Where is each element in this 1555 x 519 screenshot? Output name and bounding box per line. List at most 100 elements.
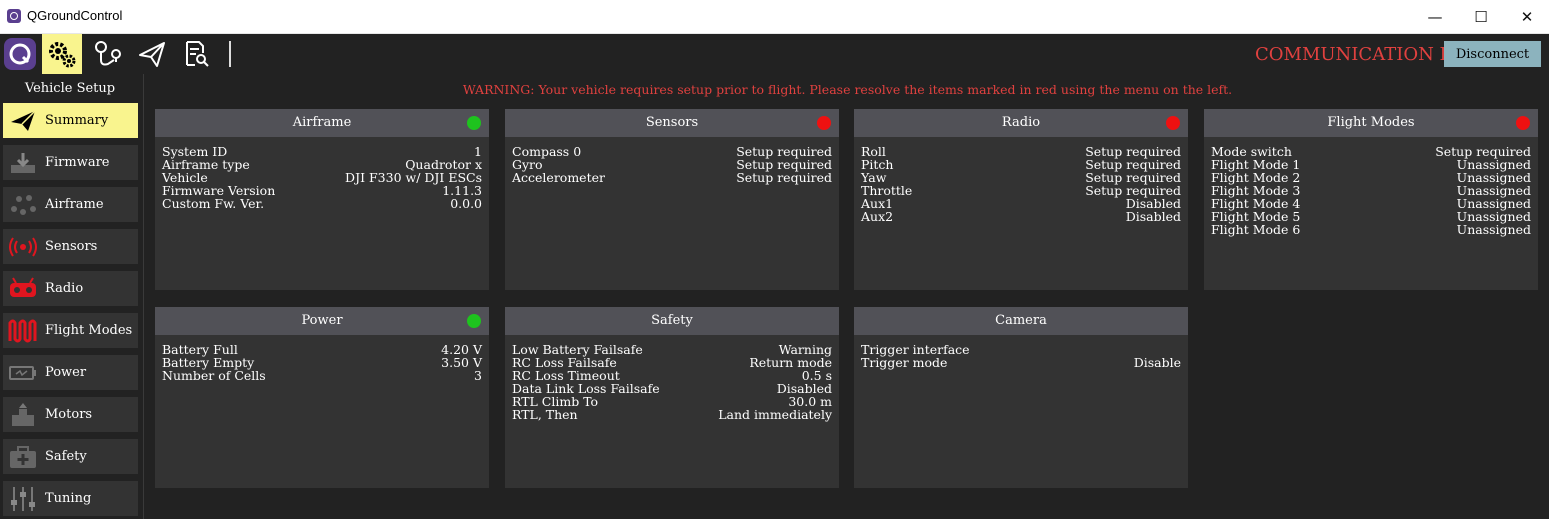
airframe-summary-card: Airframe System ID 1 Airframe type Quadroto…	[155, 109, 489, 290]
summary-row: Custom Fw. Ver. 0.0.0	[162, 197, 482, 210]
row-label: Custom Fw. Ver.	[162, 196, 265, 211]
power-summary-card: Power Battery Full 4.20 V Battery Empty 3.5…	[155, 307, 489, 488]
disconnect-button[interactable]: Disconnect	[1444, 41, 1541, 67]
toolbar-separator	[229, 41, 231, 67]
card-header[interactable]: Airframe	[155, 109, 489, 137]
maximize-button[interactable]: ☐	[1458, 0, 1504, 33]
row-value: Unassigned	[1456, 222, 1531, 237]
sidebar-item-label: Motors	[45, 407, 93, 422]
sidebar-item-label: Safety	[45, 449, 87, 464]
sidebar-item-label: Sensors	[45, 239, 98, 254]
card-rows: Compass 0 Setup required Gyro Setup require…	[505, 137, 839, 184]
card-title: Camera	[995, 313, 1047, 328]
sidebar-item-summary[interactable]: Summary	[3, 103, 138, 138]
card-header[interactable]: Safety	[505, 307, 839, 335]
row-label: RTL, Then	[512, 407, 578, 422]
radio-icon	[8, 275, 38, 302]
sidebar-item-safety[interactable]: Safety	[3, 439, 138, 474]
window-title: QGroundControl	[27, 8, 123, 23]
status-error-indicator	[1166, 116, 1180, 130]
card-header[interactable]: Camera	[854, 307, 1188, 335]
sliders-icon	[8, 485, 38, 512]
download-icon	[8, 149, 38, 176]
card-title: Flight Modes	[1327, 115, 1415, 130]
row-label: Trigger mode	[861, 355, 948, 370]
card-rows: Low Battery Failsafe Warning RC Loss Fails…	[505, 335, 839, 421]
status-error-indicator	[1516, 116, 1530, 130]
sensors-summary-card: Sensors Compass 0 Setup required Gyro Setup…	[505, 109, 839, 290]
sidebar-item-flight-modes[interactable]: Flight Modes	[3, 313, 138, 348]
row-value: Disabled	[1125, 209, 1181, 224]
summary-row: Trigger mode Disable	[861, 356, 1181, 369]
card-title: Power	[301, 313, 343, 328]
close-button[interactable]: ✕	[1504, 0, 1549, 33]
summary-row: RTL, Then Land immediately	[512, 408, 832, 421]
summary-row: Flight Mode 6 Unassigned	[1211, 223, 1531, 236]
app-logo-icon	[4, 38, 36, 70]
safety-icon	[8, 443, 38, 470]
sensors-icon	[8, 233, 38, 260]
card-rows: Trigger interface Trigger mode Disable	[854, 335, 1188, 369]
main-toolbar: COMMUNICATION LOST Disconnect	[0, 34, 1549, 74]
sidebar-item-radio[interactable]: Radio	[3, 271, 138, 306]
card-title: Safety	[651, 313, 693, 328]
paper-plane-icon	[8, 107, 38, 134]
fly-view-button[interactable]	[132, 34, 172, 74]
camera-summary-card: Camera Trigger interface Trigger mode Disa…	[854, 307, 1188, 488]
status-ok-indicator	[467, 314, 481, 328]
qgc-window: QGroundControl — ☐ ✕ COMMUNICATION LOST …	[0, 0, 1549, 519]
qgc-logo-button[interactable]	[0, 34, 40, 74]
radio-summary-card: Radio Roll Setup required Pitch Setup requi…	[854, 109, 1188, 290]
analyze-icon	[186, 41, 209, 67]
sidebar-item-label: Summary	[45, 113, 109, 128]
sidebar-item-label: Tuning	[45, 491, 92, 506]
card-header[interactable]: Flight Modes	[1204, 109, 1538, 137]
card-rows: Roll Setup required Pitch Setup required Yaw…	[854, 137, 1188, 223]
sidebar-item-power[interactable]: Power	[3, 355, 138, 390]
title-bar: QGroundControl — ☐ ✕	[0, 0, 1549, 34]
card-rows: Battery Full 4.20 V Battery Empty 3.50 V Num…	[155, 335, 489, 382]
sidebar-item-label: Firmware	[45, 155, 110, 170]
row-value: Land immediately	[718, 407, 832, 422]
row-value: Disable	[1133, 355, 1181, 370]
status-ok-indicator	[467, 116, 481, 130]
minimize-button[interactable]: —	[1412, 0, 1458, 33]
sidebar-item-sensors[interactable]: Sensors	[3, 229, 138, 264]
motors-icon	[8, 401, 38, 428]
setup-warning-message: WARNING: Your vehicle requires setup pri…	[462, 82, 1233, 97]
row-value: 0.0.0	[450, 196, 482, 211]
sidebar-item-firmware[interactable]: Firmware	[3, 145, 138, 180]
card-title: Radio	[1001, 115, 1041, 130]
vehicle-setup-sidebar: Vehicle Setup Summary Firmware Airframe …	[0, 74, 144, 519]
airframe-icon	[8, 191, 38, 218]
flight-modes-summary-card: Flight Modes Mode switch Setup required Fl…	[1204, 109, 1538, 290]
plan-view-button[interactable]	[88, 34, 128, 74]
sidebar-item-label: Flight Modes	[45, 323, 133, 338]
row-label: Flight Mode 6	[1211, 222, 1301, 237]
sidebar-item-tuning[interactable]: Tuning	[3, 481, 138, 516]
sidebar-title: Vehicle Setup	[24, 81, 116, 96]
summary-row: Aux2 Disabled	[861, 210, 1181, 223]
row-value: 3	[474, 368, 482, 383]
card-rows: Mode switch Setup required Flight Mode 1 Un…	[1204, 137, 1538, 236]
paper-plane-icon	[139, 42, 165, 67]
battery-icon	[8, 359, 38, 386]
card-header[interactable]: Power	[155, 307, 489, 335]
app-logo-icon	[7, 9, 21, 23]
safety-summary-card: Safety Low Battery Failsafe Warning RC Los…	[505, 307, 839, 488]
sidebar-item-motors[interactable]: Motors	[3, 397, 138, 432]
card-title: Airframe	[292, 115, 352, 130]
status-error-indicator	[817, 116, 831, 130]
card-header[interactable]: Radio	[854, 109, 1188, 137]
plan-route-icon	[95, 41, 121, 66]
analyze-view-button[interactable]	[176, 34, 216, 74]
sidebar-item-label: Airframe	[45, 197, 104, 212]
sidebar-item-label: Power	[45, 365, 87, 380]
row-label: Number of Cells	[162, 368, 266, 383]
summary-row: Number of Cells 3	[162, 369, 482, 382]
card-header[interactable]: Sensors	[505, 109, 839, 137]
summary-row: Accelerometer Setup required	[512, 171, 832, 184]
row-label: Aux2	[861, 209, 894, 224]
vehicle-setup-button[interactable]	[42, 34, 82, 74]
sidebar-item-airframe[interactable]: Airframe	[3, 187, 138, 222]
